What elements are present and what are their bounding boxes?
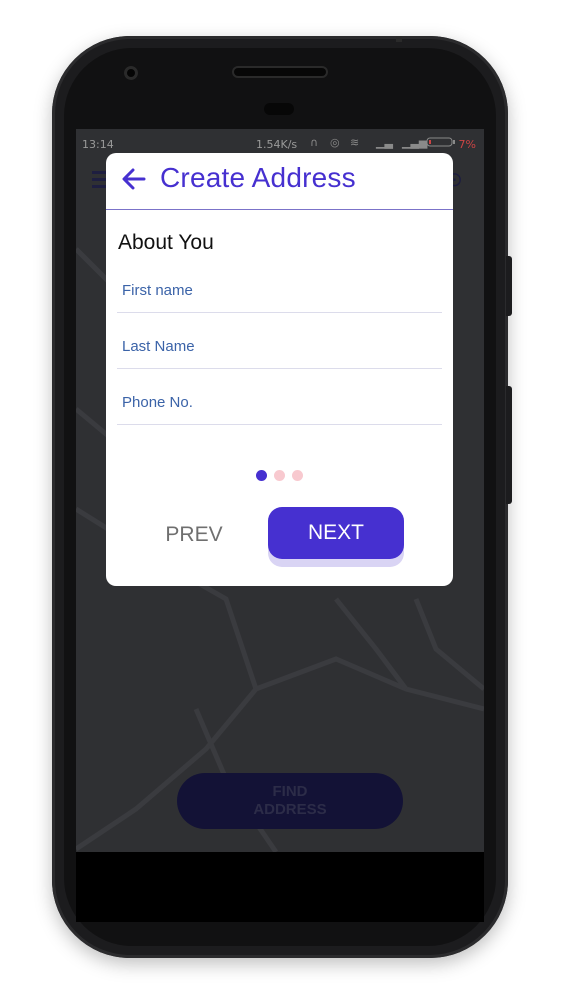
- find-address-line2: ADDRESS: [253, 801, 327, 818]
- battery-percentage: 7%: [458, 138, 476, 151]
- find-address-line1: FIND: [272, 783, 308, 800]
- dialog-header: Create Address: [106, 153, 453, 210]
- volume-button: [506, 256, 512, 316]
- dialog-title: Create Address: [160, 162, 356, 193]
- front-camera: [124, 66, 138, 80]
- page-dot-2: [274, 470, 285, 481]
- signal-icon-2: ▁▃▅: [402, 136, 428, 149]
- status-network-speed: 1.54K/s: [256, 138, 298, 151]
- wifi-icon: ≋: [350, 136, 360, 149]
- headphones-icon: ∩: [310, 136, 319, 149]
- battery-icon: [426, 137, 456, 150]
- alarm-icon: ◎: [330, 136, 340, 149]
- earpiece-speaker: [234, 68, 326, 76]
- next-button[interactable]: NEXT: [268, 507, 404, 559]
- status-bar: 13:14 1.54K/s ∩ ◎ ≋ ▁▃ ▁▃▅ 7%: [76, 129, 484, 151]
- prev-button[interactable]: PREV: [154, 517, 234, 553]
- signal-icon: ▁▃: [376, 136, 393, 149]
- find-address-button[interactable]: FIND ADDRESS: [177, 773, 403, 829]
- page-dot-3: [292, 470, 303, 481]
- phone-number-input[interactable]: [117, 381, 442, 425]
- create-address-dialog: Create Address About You PREV NEXT: [106, 153, 453, 586]
- arrow-left-icon[interactable]: [120, 165, 148, 193]
- bottom-screen-area: [76, 852, 484, 922]
- page-dot-1: [256, 470, 267, 481]
- antenna-mark: [396, 36, 402, 42]
- proximity-sensor: [264, 103, 294, 115]
- section-title: About You: [118, 231, 214, 254]
- status-time: 13:14: [82, 138, 114, 151]
- last-name-input[interactable]: [117, 325, 442, 369]
- power-button: [506, 386, 512, 504]
- first-name-input[interactable]: [117, 269, 442, 313]
